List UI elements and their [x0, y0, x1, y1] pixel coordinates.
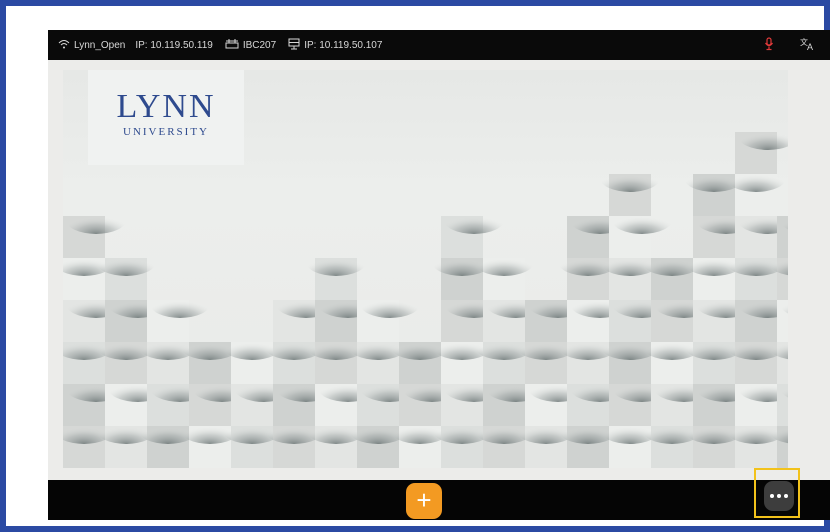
logo-name: LYNN [116, 88, 216, 125]
microphone-icon[interactable] [764, 36, 774, 54]
add-source-button[interactable]: + [406, 483, 442, 519]
pattern-shadow [96, 248, 156, 276]
svg-text:A: A [807, 42, 813, 51]
more-options-button[interactable] [764, 481, 794, 511]
device-icon [288, 38, 300, 53]
room-status: IBC207 [225, 38, 276, 52]
pattern-shadow [600, 164, 660, 192]
logo-subtitle: UNIVERSITY [123, 126, 209, 138]
pattern-shadow [474, 248, 534, 276]
background-content: LYNN UNIVERSITY [63, 70, 788, 468]
status-bar: Lynn_Open IP: 10.119.50.119 IBC207 IP: 1… [48, 30, 830, 60]
device-ip: IP: 10.119.50.107 [304, 39, 383, 51]
pattern-shadow [66, 206, 126, 234]
status-actions: 文A [764, 30, 816, 60]
pattern-shadow [306, 248, 366, 276]
wifi-icon [58, 39, 70, 52]
more-options-highlight [754, 468, 800, 518]
network-name: Lynn_Open [74, 39, 126, 51]
university-logo: LYNN UNIVERSITY [88, 70, 244, 165]
pattern-shadow [444, 206, 504, 234]
touch-panel-screen: Lynn_Open IP: 10.119.50.119 IBC207 IP: 1… [48, 30, 830, 520]
client-ip: IP: 10.119.50.119 [135, 39, 213, 51]
pattern-shadow [360, 290, 420, 318]
translate-icon[interactable]: 文A [800, 37, 816, 54]
room-network-icon [225, 38, 239, 52]
pattern-shadow [150, 290, 210, 318]
room-name: IBC207 [242, 39, 277, 51]
more-options-icon [769, 494, 790, 498]
wifi-status: Lynn_Open IP: 10.119.50.119 [58, 39, 213, 52]
device-status: IP: 10.119.50.107 [288, 38, 382, 53]
bottom-toolbar: + [48, 468, 830, 520]
